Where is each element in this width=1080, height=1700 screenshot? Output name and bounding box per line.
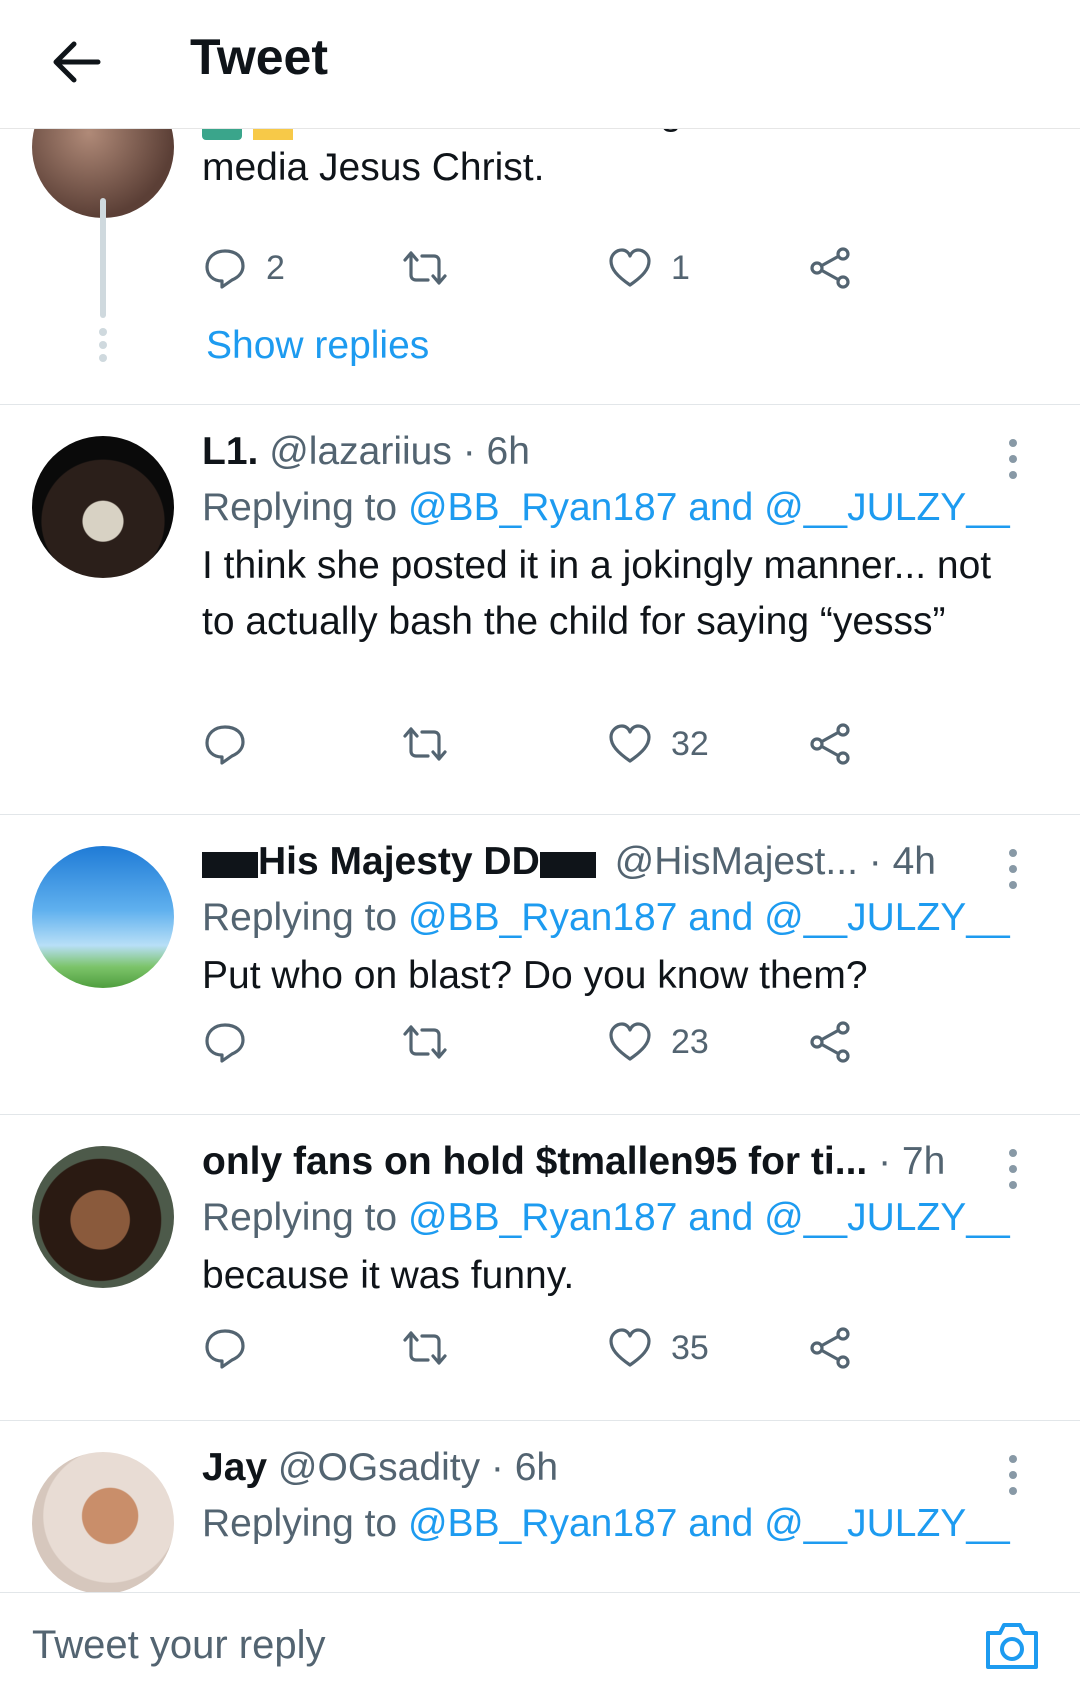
header-bar: Tweet [0, 0, 1080, 129]
more-icon[interactable] [998, 1144, 1028, 1194]
reply-tweet[interactable]: His Majesty DD @HisMajest... · 4h Replyi… [0, 814, 1080, 1115]
replying-to-label: Replying to [202, 896, 398, 939]
mention-link[interactable]: @BB_Ryan187 [408, 1502, 677, 1545]
display-name[interactable]: L1. [202, 430, 258, 473]
mention-link[interactable]: @__JULZY__ [764, 1196, 1010, 1239]
timestamp[interactable]: · 7h [878, 1140, 945, 1183]
thread-dots [99, 328, 107, 367]
like-icon [609, 248, 651, 287]
show-replies-link[interactable]: Show replies [206, 318, 429, 374]
and-label: and [688, 896, 754, 939]
redacted-block [539, 852, 596, 878]
timestamp[interactable]: · 6h [463, 430, 530, 473]
reply-button[interactable] [202, 1012, 248, 1072]
avatar[interactable] [32, 436, 174, 578]
share-button[interactable] [807, 1318, 853, 1378]
reply-button[interactable]: 2 [202, 238, 285, 298]
redacted-block [202, 852, 258, 878]
action-bar: 35 [202, 1318, 922, 1378]
replying-to-label: Replying to [202, 1196, 398, 1239]
retweet-icon [403, 251, 447, 285]
camera-icon[interactable] [982, 1615, 1042, 1675]
display-name[interactable]: only fans on hold $tmallen95 for ti... [202, 1140, 867, 1183]
like-button[interactable]: 23 [607, 1012, 709, 1072]
reply-icon [205, 1329, 245, 1369]
mention-link[interactable]: @BB_Ryan187 [408, 1196, 677, 1239]
display-name[interactable]: Jay [202, 1446, 267, 1489]
reply-button[interactable] [202, 1318, 248, 1378]
mention-link[interactable]: @BB_Ryan187 [408, 896, 677, 939]
share-button[interactable] [807, 714, 853, 774]
timestamp[interactable]: · 6h [491, 1446, 558, 1489]
share-button[interactable] [807, 238, 853, 298]
thread-line [100, 198, 106, 318]
like-button[interactable]: 35 [607, 1318, 709, 1378]
avatar[interactable] [32, 1146, 174, 1288]
retweet-button[interactable] [402, 714, 448, 774]
like-icon [609, 1328, 651, 1367]
like-button[interactable]: 32 [607, 714, 709, 774]
display-name[interactable]: His Majesty DD [258, 840, 540, 883]
tweet-text: I think she posted it in a jokingly mann… [202, 544, 992, 643]
reply-icon [205, 725, 245, 765]
handle[interactable]: @OGsadity [278, 1446, 480, 1489]
reply-tweet[interactable]: Jay @OGsadity · 6h Replying to @BB_Ryan1… [0, 1420, 1080, 1592]
reply-icon [205, 1023, 245, 1063]
reply-count: 2 [266, 248, 285, 287]
reply-button[interactable] [202, 714, 248, 774]
mention-link[interactable]: @__JULZY__ [764, 1502, 1010, 1545]
share-button[interactable] [807, 1012, 853, 1072]
reply-input[interactable]: Tweet your reply [32, 1613, 932, 1677]
reply-icon [205, 249, 245, 289]
replying-to-label: Replying to [202, 486, 398, 529]
replying-to-label: Replying to [202, 1502, 398, 1545]
handle[interactable]: @HisMajest... [615, 840, 858, 883]
avatar[interactable] [32, 846, 174, 988]
like-count: 1 [671, 248, 690, 287]
retweet-icon [403, 1025, 447, 1059]
page-title: Tweet [190, 29, 328, 85]
action-bar: 2 1 [202, 238, 922, 298]
share-icon [810, 247, 850, 289]
like-button[interactable]: 1 [607, 238, 690, 298]
handle[interactable]: @lazariius [269, 430, 452, 473]
retweet-icon [403, 1331, 447, 1365]
more-icon[interactable] [998, 434, 1028, 484]
avatar[interactable] [32, 1452, 174, 1592]
share-icon [810, 1327, 850, 1369]
retweet-icon [403, 727, 447, 761]
share-icon [810, 723, 850, 765]
and-label: and [688, 486, 754, 529]
mention-link[interactable]: @BB_Ryan187 [408, 486, 677, 529]
tweet-text: Put who on blast? Do you know them? [202, 954, 868, 997]
action-bar: 23 [202, 1012, 922, 1072]
like-count: 23 [671, 1022, 709, 1061]
tweet-text: media Jesus Christ. [202, 146, 545, 189]
reply-tweet[interactable]: L1. @lazariius · 6h Replying to @BB_Ryan… [0, 404, 1080, 815]
timestamp[interactable]: · 4h [869, 840, 936, 883]
parent-tweet[interactable]: but still tho don't bring them on social… [0, 76, 1080, 405]
action-bar: 32 [202, 714, 922, 774]
back-arrow-icon[interactable] [48, 34, 104, 90]
mention-link[interactable]: @__JULZY__ [764, 486, 1010, 529]
and-label: and [688, 1502, 754, 1545]
retweet-button[interactable] [402, 1318, 448, 1378]
share-icon [810, 1021, 850, 1063]
tweet-text: because it was funny. [202, 1254, 575, 1297]
retweet-button[interactable] [402, 238, 448, 298]
and-label: and [688, 1196, 754, 1239]
like-icon [609, 1022, 651, 1061]
mention-link[interactable]: @__JULZY__ [764, 896, 1010, 939]
like-count: 32 [671, 724, 709, 763]
retweet-button[interactable] [402, 1012, 448, 1072]
more-icon[interactable] [998, 844, 1028, 894]
reply-tweet[interactable]: only fans on hold $tmallen95 for ti... ·… [0, 1114, 1080, 1421]
like-count: 35 [671, 1328, 709, 1367]
reply-composer: Tweet your reply [0, 1592, 1080, 1700]
more-icon[interactable] [998, 1450, 1028, 1500]
like-icon [609, 724, 651, 763]
